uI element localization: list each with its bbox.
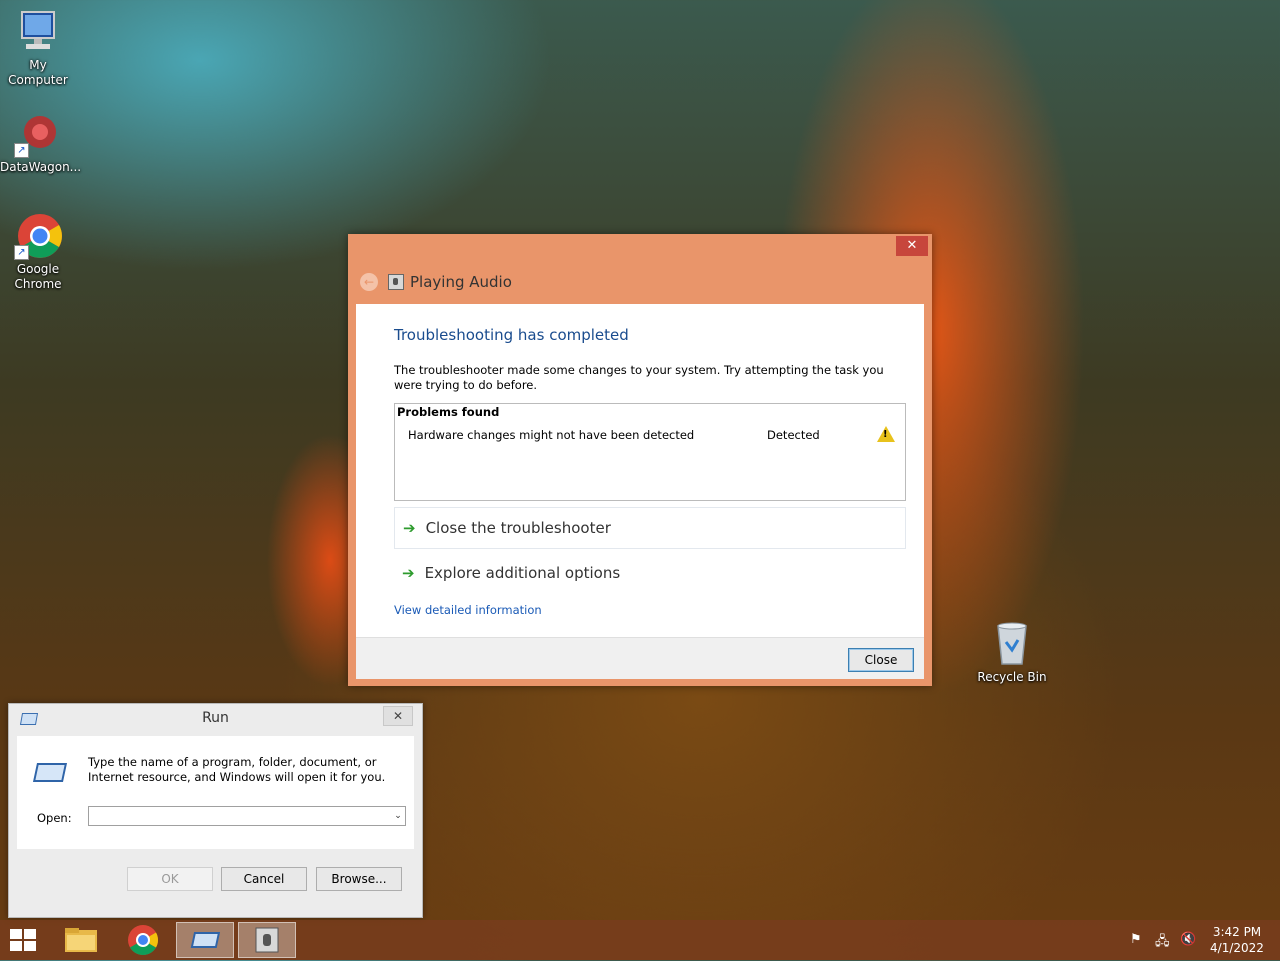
desktop-icon-my-computer[interactable]: My Computer xyxy=(0,8,76,88)
start-button[interactable] xyxy=(8,928,38,952)
folder-icon xyxy=(65,928,97,952)
run-dialog: Run ✕ Type the name of a program, folder… xyxy=(8,703,423,918)
desktop-icon-label: Google xyxy=(16,262,60,276)
window-title: Playing Audio xyxy=(410,273,512,291)
run-body: Type the name of a program, folder, docu… xyxy=(17,736,414,849)
back-arrow-icon[interactable]: ← xyxy=(360,273,378,291)
ok-button[interactable]: OK xyxy=(127,867,213,891)
open-input[interactable] xyxy=(88,806,406,826)
troubleshooter-icon xyxy=(255,927,279,953)
taskbar-troubleshooter[interactable] xyxy=(238,922,296,958)
desktop-icon-label: Computer xyxy=(8,73,68,87)
shortcut-arrow-icon: ↗ xyxy=(14,143,29,158)
clock-time: 3:42 PM xyxy=(1212,925,1262,939)
problem-name: Hardware changes might not have been det… xyxy=(408,428,695,442)
chevron-down-icon[interactable]: ⌄ xyxy=(391,808,405,824)
desktop-icon-label: DataWagon... xyxy=(0,160,82,174)
run-title: Run xyxy=(202,710,229,726)
desktop-icon-google-chrome[interactable]: ↗ Google Chrome xyxy=(0,212,76,292)
desktop-icon-label: Chrome xyxy=(14,277,62,291)
title-bar: ← Playing Audio xyxy=(360,272,512,292)
troubleshooter-footer: Close xyxy=(356,637,924,679)
shortcut-arrow-icon: ↗ xyxy=(14,245,29,260)
volume-muted-icon[interactable]: 🔇 xyxy=(1180,932,1196,947)
clock[interactable]: 3:42 PM 4/1/2022 xyxy=(1200,924,1274,956)
desktop-icon-label: Recycle Bin xyxy=(977,670,1047,684)
troubleshooter-window: ✕ ← Playing Audio Troubleshooting has co… xyxy=(348,234,932,686)
network-icon[interactable]: 🖧 xyxy=(1155,932,1170,954)
desktop-icon-label: My xyxy=(29,58,47,72)
problems-header: Problems found xyxy=(397,405,500,419)
datawagon-icon: ↗ xyxy=(14,110,62,158)
run-icon xyxy=(190,932,221,948)
page-description: The troubleshooter made some changes to … xyxy=(394,363,884,392)
browse-button[interactable]: Browse... xyxy=(316,867,402,891)
chrome-icon: ↗ xyxy=(14,212,62,260)
close-troubleshooter-option[interactable]: ➔ Close the troubleshooter xyxy=(394,507,906,549)
window-close-button[interactable]: ✕ xyxy=(896,236,928,256)
close-button[interactable]: Close xyxy=(848,648,914,672)
page-heading: Troubleshooting has completed xyxy=(394,326,629,344)
taskbar: ⚑ 🖧 🔇 3:42 PM 4/1/2022 xyxy=(0,920,1280,960)
problem-status: Detected xyxy=(767,428,820,442)
run-description: Type the name of a program, folder, docu… xyxy=(88,755,386,784)
view-detailed-info-link[interactable]: View detailed information xyxy=(394,603,542,617)
desktop-icon-recycle-bin[interactable]: Recycle Bin xyxy=(974,620,1050,685)
taskbar-run[interactable] xyxy=(176,922,234,958)
green-arrow-icon: ➔ xyxy=(402,564,415,582)
recycle-bin-icon xyxy=(992,620,1032,666)
green-arrow-icon: ➔ xyxy=(403,519,416,537)
chrome-icon xyxy=(128,925,159,956)
open-label: Open: xyxy=(37,811,72,825)
taskbar-chrome[interactable] xyxy=(114,922,172,958)
troubleshooter-content: Troubleshooting has completed The troubl… xyxy=(356,304,924,637)
problems-found-list: Problems found Hardware changes might no… xyxy=(394,403,906,501)
cancel-button[interactable]: Cancel xyxy=(221,867,307,891)
explore-options-option[interactable]: ➔ Explore additional options xyxy=(394,553,904,593)
run-close-button[interactable]: ✕ xyxy=(383,706,413,726)
clock-date: 4/1/2022 xyxy=(1210,941,1264,955)
option-label: Close the troubleshooter xyxy=(425,519,611,537)
desktop-icon-datawagon[interactable]: ↗ DataWagon... xyxy=(0,110,82,175)
warning-icon: ! xyxy=(877,426,895,442)
taskbar-file-explorer[interactable] xyxy=(52,922,110,958)
run-program-icon xyxy=(32,763,68,782)
audio-troubleshooter-icon xyxy=(388,274,404,290)
action-center-flag-icon[interactable]: ⚑ xyxy=(1130,932,1142,947)
option-label: Explore additional options xyxy=(424,564,621,582)
computer-icon xyxy=(14,8,62,56)
